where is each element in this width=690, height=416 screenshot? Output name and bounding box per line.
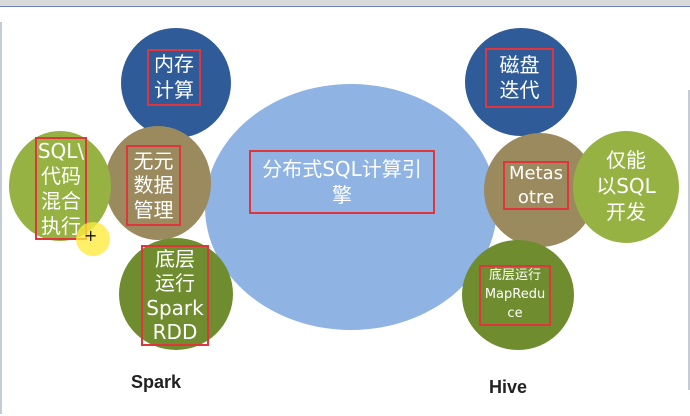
hive-only-sql-text: 仅能 以SQL 开发 — [596, 148, 656, 224]
hive-label: Hive — [489, 377, 528, 397]
slide-top-border — [0, 6, 690, 7]
crosshair-cursor-icon: + — [84, 226, 98, 245]
hive-bottom-text: 底层运行 MapRedu ce — [479, 265, 551, 326]
spark-memory-text: 内存 计算 — [147, 49, 201, 106]
spark-sql-mixed-text: SQL\ 代码 混合 执行 — [35, 137, 87, 240]
slide-left-edge — [0, 22, 2, 414]
hive-disk-text: 磁盘 迭代 — [485, 48, 554, 108]
spark-metadata-text: 无元 数据 管理 — [126, 145, 181, 226]
hive-metastore-text: Metas otre — [503, 161, 569, 210]
center-text-box: 分布式SQL计算引 擎 — [249, 150, 435, 214]
spark-label: Spark — [131, 372, 182, 392]
spark-bottom-text: 底层 运行 Spark RDD — [141, 245, 209, 346]
